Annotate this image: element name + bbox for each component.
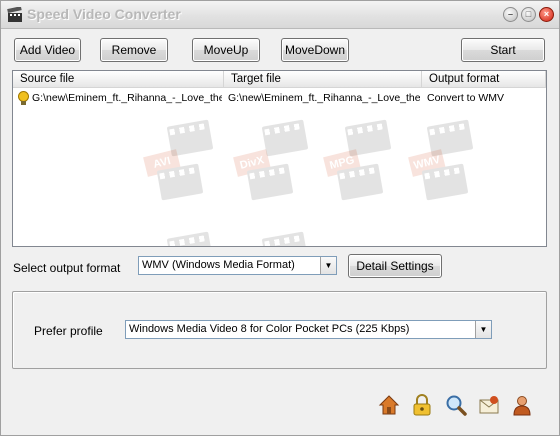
lock-icon[interactable] xyxy=(411,394,433,416)
watermark-logo xyxy=(331,109,393,159)
avi-watermark-logo: AVI xyxy=(143,149,205,203)
move-down-button[interactable]: MoveDown xyxy=(281,38,349,62)
output-format-cell: Convert to WMV xyxy=(427,92,505,104)
clapperboard-icon xyxy=(7,7,22,22)
minimize-button[interactable]: – xyxy=(503,7,518,22)
profile-value: Windows Media Video 8 for Color Pocket P… xyxy=(129,323,410,335)
output-format-select[interactable]: WMV (Windows Media Format) ▼ xyxy=(138,256,337,275)
mpg-watermark-logo: MPG xyxy=(323,149,385,203)
output-format-value: WMV (Windows Media Format) xyxy=(142,259,295,271)
lightbulb-icon xyxy=(18,91,29,105)
column-header-format[interactable]: Output format xyxy=(422,71,546,88)
list-item[interactable]: G:\new\Eminem_ft._Rihanna_-_Love_the... … xyxy=(13,90,546,107)
move-up-button[interactable]: MoveUp xyxy=(192,38,260,62)
mail-icon[interactable] xyxy=(478,394,500,416)
chevron-down-icon[interactable]: ▼ xyxy=(475,321,491,338)
title-bar[interactable]: Speed Video Converter – □ × xyxy=(1,1,559,29)
source-file-cell: G:\new\Eminem_ft._Rihanna_-_Love_the... xyxy=(32,92,222,104)
wmv-watermark-logo: WMV xyxy=(408,149,470,203)
profile-label: Prefer profile xyxy=(34,324,103,338)
output-format-label: Select output format xyxy=(13,261,121,275)
profile-group: Prefer profile Windows Media Video 8 for… xyxy=(12,291,547,369)
target-file-cell: G:\new\Eminem_ft._Rihanna_-_Love_the... xyxy=(228,92,420,104)
file-list[interactable]: AVI DivX MPG WMV Source file Target file… xyxy=(12,70,547,247)
add-video-button[interactable]: Add Video xyxy=(14,38,81,62)
divx-watermark-logo: DivX xyxy=(233,149,295,203)
window-title: Speed Video Converter xyxy=(27,6,181,22)
watermark-logo xyxy=(248,221,310,246)
restore-button[interactable]: □ xyxy=(521,7,536,22)
watermark-logo xyxy=(153,221,215,246)
list-header: Source file Target file Output format xyxy=(13,71,546,88)
search-icon[interactable] xyxy=(445,394,467,416)
main-window: Speed Video Converter – □ × Add Video Re… xyxy=(0,0,560,436)
column-header-source[interactable]: Source file xyxy=(13,71,224,88)
detail-settings-button[interactable]: Detail Settings xyxy=(348,254,442,278)
remove-button[interactable]: Remove xyxy=(100,38,168,62)
start-button[interactable]: Start xyxy=(461,38,545,62)
profile-select[interactable]: Windows Media Video 8 for Color Pocket P… xyxy=(125,320,492,339)
column-header-target[interactable]: Target file xyxy=(224,71,422,88)
home-icon[interactable] xyxy=(378,394,400,416)
watermark-logo xyxy=(413,109,475,159)
close-button[interactable]: × xyxy=(539,7,554,22)
user-icon[interactable] xyxy=(511,394,533,416)
chevron-down-icon[interactable]: ▼ xyxy=(320,257,336,274)
